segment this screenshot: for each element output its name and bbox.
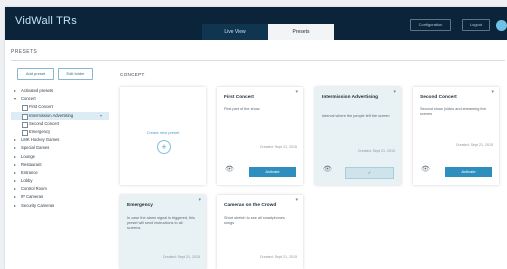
tree-item[interactable]: ▸ Security Cameras: [11, 202, 109, 210]
card-title: Second Concert: [420, 95, 457, 100]
chevron-down-icon[interactable]: ▾: [100, 112, 102, 120]
tree-item-label: Lobby: [21, 178, 33, 184]
chevron-right-icon[interactable]: ▸: [14, 193, 16, 201]
eye-icon[interactable]: 👁: [421, 165, 430, 173]
card-title: Emergency: [127, 203, 153, 208]
create-preset-card[interactable]: Create new preset +: [120, 87, 206, 185]
card-description: Second show (video and streaming live sc…: [420, 107, 487, 116]
active-check-button[interactable]: ✓: [345, 167, 394, 179]
app-brand: VidWall TRs: [15, 15, 77, 27]
tree-item-label: LMK Hockey Games: [21, 137, 60, 143]
tree-item[interactable]: ▸ LMK Hockey Games: [11, 136, 109, 144]
logout-button[interactable]: Logout: [462, 19, 490, 31]
card-date: Created: Sept 21, 2015: [259, 255, 297, 259]
tree-item[interactable]: ▸ Restaurant: [11, 161, 109, 169]
create-preset-label: Create new preset: [146, 130, 180, 135]
divider: [11, 60, 505, 61]
card-description: Interval where the people left the scree…: [322, 114, 390, 118]
tree-item-label: Restaurant: [21, 161, 42, 167]
avatar[interactable]: [496, 20, 507, 31]
tree-item[interactable]: First Concert: [11, 103, 109, 112]
activate-button[interactable]: Activate: [445, 167, 492, 177]
checkbox[interactable]: [22, 113, 28, 120]
eye-icon[interactable]: 👁: [225, 165, 234, 173]
edit-folder-button[interactable]: Edit folder: [58, 68, 93, 80]
chevron-right-icon[interactable]: ▸: [14, 161, 16, 169]
tree-item-label: Second Concert: [29, 120, 60, 126]
tree-item[interactable]: ▸ Lobby: [11, 177, 109, 185]
preset-card[interactable]: ▾ First Concert First part of the show. …: [217, 87, 303, 185]
checkbox[interactable]: [22, 121, 28, 128]
tree-item[interactable]: Second Concert: [11, 120, 109, 128]
tree-item[interactable]: ▸ Special Games: [11, 144, 109, 152]
card-description: First part of the show.: [224, 107, 261, 111]
chevron-down-icon[interactable]: ▾: [198, 197, 201, 203]
preset-card[interactable]: ▾ Intermission Advertising Interval wher…: [315, 87, 401, 185]
chevron-down-icon[interactable]: ▾: [295, 197, 298, 203]
tree-item[interactable]: ▸ Activated presets: [11, 87, 109, 95]
tree-item-label: Security Cameras: [21, 202, 55, 208]
chevron-right-icon[interactable]: ▸: [14, 87, 16, 95]
screenshot-frame: VidWall TRs Live View Presets Configurat…: [0, 0, 507, 269]
activate-button[interactable]: Activate: [249, 167, 296, 177]
card-title: First Concert: [224, 95, 254, 100]
section-title: CONCEPT: [120, 72, 145, 77]
chevron-right-icon[interactable]: ▸: [14, 177, 16, 185]
configuration-button[interactable]: Configuration: [410, 19, 451, 31]
tree-item[interactable]: Emergency: [11, 128, 109, 136]
chevron-right-icon[interactable]: ▸: [14, 136, 16, 144]
card-description: In case the alarm signal is triggered, t…: [127, 216, 195, 230]
chevron-right-icon[interactable]: ▸: [14, 144, 16, 152]
chevron-down-icon[interactable]: ▾: [393, 89, 396, 95]
tree-item[interactable]: ▸ Entrance: [11, 169, 109, 177]
card-date: Created: Sept 21, 2015: [455, 143, 493, 147]
page-title: PRESETS: [11, 49, 38, 55]
card-date: Created: Sept 21, 2015: [357, 149, 395, 153]
chevron-right-icon[interactable]: ▸: [14, 202, 16, 210]
tree-item-label: First Concert: [29, 104, 53, 110]
tab-live-view[interactable]: Live View: [202, 24, 268, 40]
preset-card[interactable]: ▾ Cameras on the Crowd Short stretch to …: [217, 195, 303, 269]
tree-item[interactable]: Intermission Advertising ▾: [11, 111, 109, 120]
plus-icon[interactable]: +: [157, 140, 171, 154]
tree-item-label: Activated presets: [21, 88, 54, 93]
tree-item-label: Intermission Advertising: [29, 112, 74, 118]
tree-item-label: Special Games: [21, 145, 50, 151]
sidebar: Add preset Edit folder ▸ Activated preset…: [11, 65, 109, 269]
app-window: VidWall TRs Live View Presets Configurat…: [5, 7, 507, 269]
top-bar: VidWall TRs Live View Presets Configurat…: [5, 7, 507, 40]
chevron-right-icon[interactable]: ▸: [14, 153, 16, 161]
chevron-down-icon[interactable]: ▾: [491, 89, 494, 95]
tree-item[interactable]: ▸ Lounge: [11, 153, 109, 161]
tree-item[interactable]: ▾ Concert: [11, 95, 109, 103]
eye-icon[interactable]: 👁: [323, 165, 332, 173]
card-date: Created: Sept 21, 2015: [259, 145, 297, 149]
tree-item-label: Entrance: [21, 169, 38, 175]
chevron-right-icon[interactable]: ▸: [14, 185, 16, 193]
chevron-right-icon[interactable]: ▸: [14, 169, 16, 177]
tree-item-label: Concert: [21, 96, 36, 102]
tree-item-label: Emergency: [29, 128, 51, 134]
tree-item-label: IP Cameras: [21, 194, 44, 200]
preset-card[interactable]: ▾ Second Concert Second show (video and …: [413, 87, 499, 185]
preset-card[interactable]: ▾ Emergency In case the alarm signal is …: [120, 195, 206, 269]
tree-item[interactable]: ▸ Control Room: [11, 185, 109, 193]
card-description: Short stretch to see all smartphones son…: [224, 216, 285, 225]
checkbox[interactable]: [22, 105, 28, 112]
tab-presets[interactable]: Presets: [268, 24, 334, 40]
card-title: Cameras on the Crowd: [224, 203, 277, 208]
chevron-down-icon[interactable]: ▾: [14, 95, 16, 103]
add-preset-button[interactable]: Add preset: [17, 68, 54, 80]
tree-item-label: Control Room: [21, 186, 47, 192]
chevron-down-icon[interactable]: ▾: [295, 89, 298, 95]
checkbox[interactable]: [22, 129, 28, 136]
card-title: Intermission Advertising: [322, 95, 379, 100]
preset-tree: ▸ Activated presets ▾ Concert First Concert I…: [11, 87, 109, 210]
card-date: Created: Sept 21, 2015: [162, 255, 200, 259]
tree-item[interactable]: ▸ IP Cameras: [11, 193, 109, 201]
tree-item-label: Lounge: [21, 153, 35, 159]
